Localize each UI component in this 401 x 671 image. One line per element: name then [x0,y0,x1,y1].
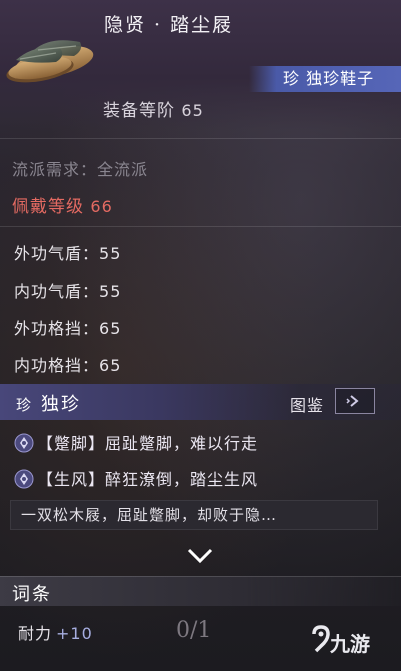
effect-row[interactable]: 【生风】醉狂潦倒，踏尘生风 [14,466,258,490]
entries-section-header [0,576,401,606]
stat-value: 65 [99,356,122,375]
stat-row: 外功气盾：55 [14,240,121,264]
item-tooltip-panel: 隐贤 · 踏尘屐 珍 独珍鞋子 装备等阶 65 流派需求：全流派 佩戴等级 66… [0,0,401,671]
stat-value: 65 [99,319,122,338]
wear-level-label: 佩戴等级 [12,197,84,217]
stat-value: 55 [99,282,122,301]
rare-section-title: 珍独珍 [16,390,81,416]
effect-text: 【蹩脚】屈趾蹩脚，难以行走 [37,434,259,453]
stat-label: 内功气盾： [14,282,100,301]
effect-text: 【生风】醉狂潦倒，踏尘生风 [37,470,259,489]
durability-bonus: +10 [56,624,93,643]
codex-button[interactable] [335,388,375,414]
stat-row: 内功气盾：55 [14,278,121,302]
stat-row: 内功格挡：65 [14,352,121,376]
durability-row: 耐力 +10 [18,620,93,644]
stat-label: 外功格挡： [14,319,100,338]
slot-count: 0/1 [176,618,212,643]
arrow-right-icon [346,395,359,407]
flavor-text: 一双松木屐，屈趾蹩脚，却败于隐… [10,500,378,530]
watermark-text: 九游 [330,632,370,656]
effect-row[interactable]: 【蹩脚】屈趾蹩脚，难以行走 [14,430,258,454]
stat-label: 内功格挡： [14,356,100,375]
item-title: 隐贤 · 踏尘屐 [104,14,234,36]
school-requirement: 流派需求：全流派 [12,160,149,179]
effect-icon [14,469,34,489]
gear-level: 装备等阶 65 [103,96,204,121]
stat-value: 55 [99,244,122,263]
stat-label: 外功气盾： [14,244,100,263]
codex-label: 图鉴 [290,396,325,415]
entries-title: 词条 [12,584,52,605]
rare-label: 独珍 [41,394,82,415]
gear-level-label: 装备等阶 [103,101,175,121]
durability-label: 耐力 [18,624,53,643]
gear-level-value: 65 [181,101,204,120]
divider [0,226,401,227]
divider [0,138,401,139]
rarity-badge: 珍 独珍鞋子 [249,66,401,92]
stat-row: 外功格挡：65 [14,315,121,339]
rare-mark: 珍 [16,396,34,414]
chevron-down-icon[interactable] [186,546,214,566]
sandals-icon [6,40,94,83]
wear-level-value: 66 [90,197,113,216]
wear-level-requirement: 佩戴等级 66 [12,192,113,217]
rarity-badge-label: 珍 独珍鞋子 [283,69,375,88]
effect-icon [14,433,34,453]
